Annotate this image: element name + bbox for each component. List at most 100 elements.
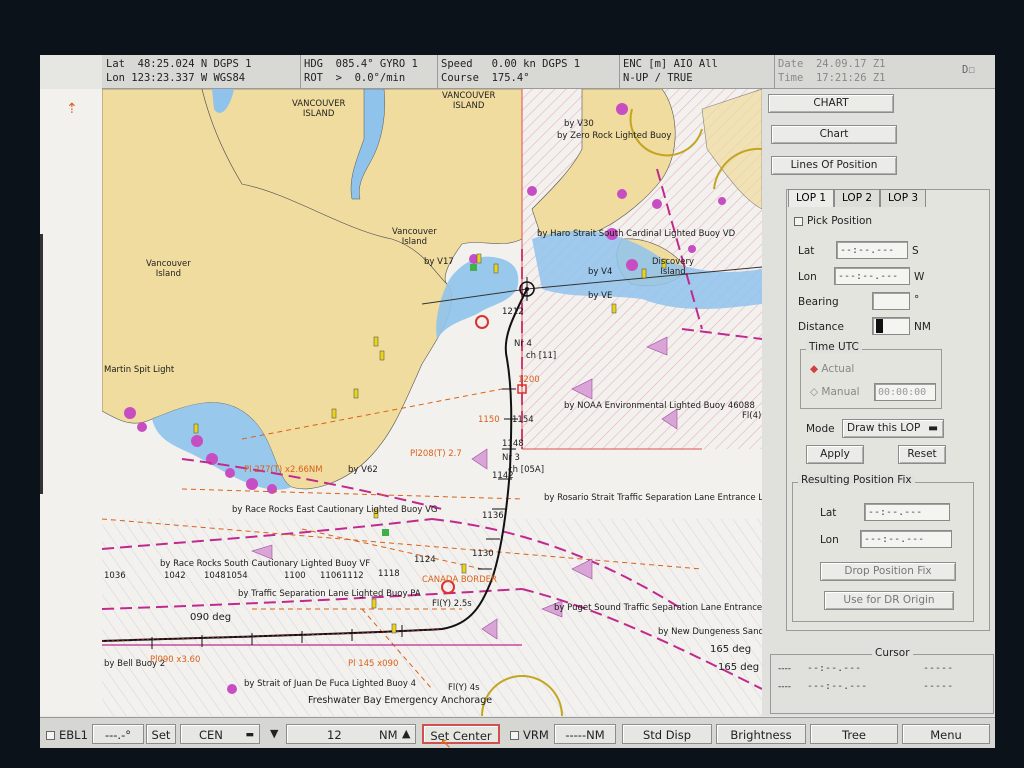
track-time-label: 1124 — [414, 555, 436, 565]
checkbox-icon — [46, 731, 55, 740]
buoy-label: by V4 — [588, 267, 613, 277]
track-time-label: 1036 — [104, 571, 126, 581]
bearing-unit: ° — [914, 294, 920, 306]
course-label: 165 deg — [718, 662, 760, 673]
fix-lon-label: Lon — [820, 534, 839, 546]
distance-field[interactable] — [872, 317, 910, 335]
track-time-label: 1106 — [320, 571, 342, 581]
cursor-bearing: ----- — [923, 663, 954, 674]
position-readout: Lat 48:25.024 N DGPS 1 Lon 123:23.337 W … — [106, 58, 252, 84]
land-label: VANCOUVER ISLAND — [442, 91, 496, 111]
border-label: CANADA BORDER — [422, 575, 497, 585]
vrm-field[interactable]: -----NM — [554, 724, 616, 744]
buoy-label: by Haro Strait South Cardinal Lighted Bu… — [537, 229, 736, 239]
lon-hemisphere[interactable]: W — [914, 271, 924, 283]
lines-of-position-button[interactable]: Lines Of Position — [771, 156, 897, 175]
distance-unit: NM — [914, 321, 931, 333]
fix-lon-field: ---:--.--- — [860, 530, 952, 548]
text-cursor-icon — [876, 319, 883, 333]
track-time-label: 1200 — [518, 375, 540, 385]
manual-radio[interactable]: ◇ Manual — [810, 386, 860, 398]
checkbox-icon — [794, 216, 803, 226]
ebl-value-field[interactable]: ---.-° — [92, 724, 144, 744]
bearing-label: Bearing — [798, 296, 839, 308]
ebl-set-button[interactable]: Set — [146, 724, 176, 744]
track-time-label: 1118 — [378, 569, 400, 579]
mode-label: Mode — [806, 423, 835, 435]
reset-button[interactable]: Reset — [898, 445, 946, 464]
vrm-toggle[interactable]: VRM — [510, 728, 549, 742]
range-increase-icon[interactable]: ▲ — [402, 727, 410, 740]
enc-readout[interactable]: ENC [m] AIO All N-UP / TRUE — [623, 57, 718, 85]
bearing-label: Pl 145 x090 — [348, 659, 399, 669]
light-label: Martin Spit Light — [104, 365, 175, 375]
light-label: Fl(Y) 2.5s — [432, 599, 472, 609]
distance-label: Distance — [798, 321, 844, 333]
set-center-button[interactable]: Set Center — [422, 724, 500, 744]
chart-button[interactable]: Chart — [771, 125, 897, 144]
buoy-label: by VE — [588, 291, 613, 301]
course-label: 165 deg — [710, 644, 752, 655]
lon-field[interactable]: ---:--.--- — [834, 267, 910, 285]
bearing-label: Pl208(T) 2.7 — [410, 449, 462, 459]
light-label: Fl(4) — [742, 411, 762, 421]
track-time-label: 1136 — [482, 511, 504, 521]
ecdis-screen: Lat 48:25.024 N DGPS 1 Lon 123:23.337 W … — [40, 55, 995, 748]
drop-position-fix-button[interactable]: Drop Position Fix — [820, 562, 956, 581]
cursor-lat-prefix: ---- — [778, 664, 791, 674]
buoy-label: Nr 4 — [514, 339, 532, 349]
bearing-label: Pl090 x3.60 — [150, 655, 201, 665]
speed-readout: Speed 0.00 kn DGPS 1 Course 175.4° — [441, 58, 581, 84]
track-time-label: 1100 — [284, 571, 306, 581]
brightness-button[interactable]: Brightness — [716, 724, 806, 744]
menu-button[interactable]: Menu — [902, 724, 990, 744]
buoy-label: by Strait of Juan De Fuca Lighted Buoy 4 — [244, 679, 417, 689]
bottom-toolbar: EBL1 ---.-° Set CEN ▬ ▼ 12 NM ▲ Set Center… — [40, 717, 995, 748]
north-arrow-icon: ⇡ — [66, 101, 78, 117]
pick-position-checkbox[interactable]: Pick Position — [794, 215, 872, 227]
time-utc-label: Time UTC — [806, 341, 862, 353]
dim-icon[interactable]: D☐ — [962, 63, 975, 77]
ebl-toggle[interactable]: EBL1 — [46, 728, 88, 742]
cen-dropdown[interactable]: CEN ▬ — [180, 724, 260, 744]
buoy-label: by V30 — [564, 119, 594, 129]
heading-readout: HDG 085.4° GYRO 1 ROT > 0.0°/min — [304, 58, 418, 84]
fix-lat-label: Lat — [820, 507, 837, 519]
buoy-label: by Puget Sound Traffic Separation Lane E… — [554, 603, 762, 613]
buoy-label: by Race Rocks East Cautionary Lighted Bu… — [232, 505, 438, 515]
tab-lop-2[interactable]: LOP 2 — [834, 189, 880, 207]
range-decrease-icon[interactable]: ▼ — [270, 727, 278, 740]
dropdown-icon: ▬ — [928, 422, 938, 434]
side-panel: CHART Chart Lines Of Position LOP 1 LOP … — [762, 89, 995, 716]
track-time-label: 1142 — [492, 471, 514, 481]
track-time-label: 1054 — [226, 571, 248, 581]
track-time-label: 1212 — [502, 307, 524, 317]
bearing-field[interactable] — [872, 292, 910, 310]
lon-label: Lon — [798, 271, 817, 283]
mouse-pointer-icon: ↖ — [440, 736, 452, 748]
std-disp-button[interactable]: Std Disp — [622, 724, 712, 744]
chart-header-button[interactable]: CHART — [768, 94, 894, 113]
apply-button[interactable]: Apply — [806, 445, 864, 464]
buoy-label: by New Dungeness Sand Spit lighted — [658, 627, 762, 637]
course-label: 090 deg — [190, 612, 232, 623]
lat-hemisphere[interactable]: S — [912, 245, 919, 257]
actual-radio[interactable]: ◆ Actual — [810, 363, 854, 375]
left-margin-ruler: ⇡ — [40, 89, 102, 716]
buoy-label: ch [11] — [526, 351, 557, 361]
range-field[interactable]: 12 NM — [286, 724, 416, 744]
tree-button[interactable]: Tree — [810, 724, 898, 744]
land-label: Vancouver Island — [146, 259, 191, 279]
cursor-lon: ---:--.--- — [807, 681, 868, 692]
lat-label: Lat — [798, 245, 815, 257]
dr-origin-button[interactable]: Use for DR Origin — [824, 591, 954, 610]
chart-view[interactable]: VANCOUVER ISLAND VANCOUVER ISLAND Vancouve… — [102, 89, 762, 716]
tab-lop-1[interactable]: LOP 1 — [788, 189, 834, 207]
tab-lop-3[interactable]: LOP 3 — [880, 189, 926, 207]
manual-time-field[interactable]: 00:00:00 — [874, 383, 936, 401]
lat-field[interactable]: --:--.--- — [836, 241, 908, 259]
checkbox-icon — [510, 731, 519, 740]
buoy-label: by Race Rocks South Cautionary Lighted B… — [160, 559, 371, 569]
mode-dropdown[interactable]: Draw this LOP ▬ — [842, 419, 944, 438]
cursor-lat: --:--.--- — [807, 663, 862, 674]
